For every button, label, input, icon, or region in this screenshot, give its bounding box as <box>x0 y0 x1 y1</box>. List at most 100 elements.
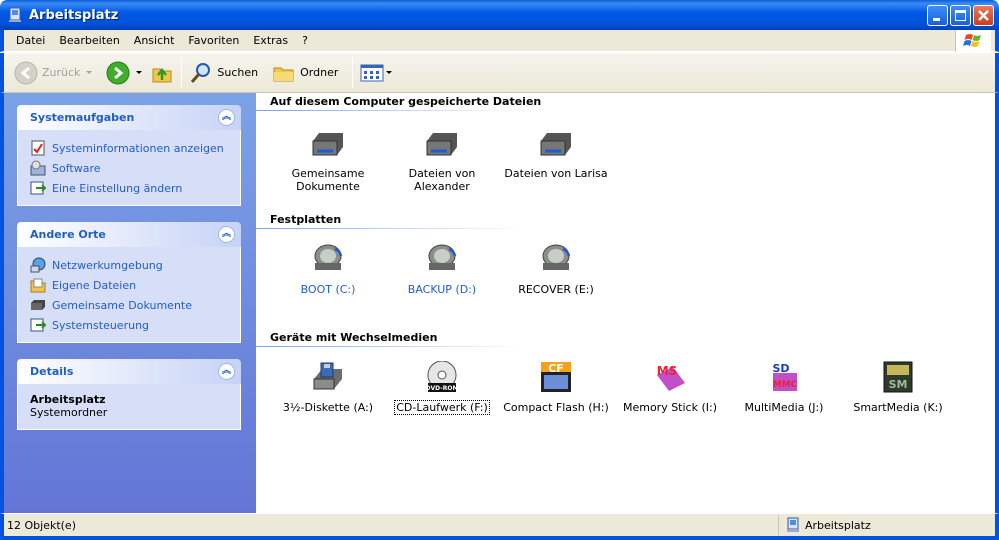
task-label: Software <box>52 161 101 175</box>
views-dropdown-icon[interactable] <box>386 71 393 74</box>
drive-j-multimedia[interactable]: SD MMC MultiMedia (J:) <box>728 361 840 414</box>
place-label: Gemeinsame Dokumente <box>52 298 192 312</box>
minimize-button[interactable] <box>927 5 948 26</box>
folder-shared-documents[interactable]: Gemeinsame Dokumente <box>272 127 384 193</box>
forward-button[interactable] <box>102 57 146 89</box>
system-tasks-panel: Systemaufgaben ︽ Systeminformationen anz… <box>17 105 241 206</box>
item-label: Dateien von Alexander <box>408 167 476 193</box>
place-network[interactable]: Netzwerkumgebung <box>30 255 228 275</box>
close-button[interactable] <box>973 5 994 26</box>
search-label: Suchen <box>217 66 259 79</box>
system-tasks-title: Systemaufgaben <box>30 111 135 124</box>
task-pane: Systemaufgaben ︽ Systeminformationen anz… <box>4 93 256 513</box>
item-label: SmartMedia (K:) <box>853 401 943 414</box>
menu-bearbeiten[interactable]: Bearbeiten <box>52 34 126 47</box>
item-label: Dokumente <box>296 180 360 193</box>
item-label: 3½-Diskette (A:) <box>282 401 374 414</box>
place-label: Netzwerkumgebung <box>52 258 163 272</box>
views-button[interactable] <box>356 57 396 89</box>
folder-up-icon <box>152 67 172 82</box>
window-title: Arbeitsplatz <box>29 7 119 23</box>
drive-d[interactable]: BACKUP (D:) <box>386 243 498 296</box>
folder-larisa[interactable]: Dateien von Larisa <box>500 127 612 180</box>
item-label: Gemeinsame <box>291 167 365 180</box>
collapse-chevron-icon[interactable]: ︽ <box>218 363 235 380</box>
details-type: Systemordner <box>30 406 108 419</box>
task-system-info[interactable]: Systeminformationen anzeigen <box>30 138 228 158</box>
content-area: Auf diesem Computer gespeicherte Dateien… <box>256 93 995 513</box>
control-panel-icon <box>30 318 46 332</box>
drive-h-compact-flash[interactable]: CF Compact Flash (H:) <box>500 361 612 414</box>
computer-icon <box>7 7 23 23</box>
back-arrow-icon <box>14 61 38 84</box>
shared-folder-icon <box>31 300 45 310</box>
shared-folder-icon <box>311 127 345 161</box>
title-bar[interactable]: Arbeitsplatz <box>0 0 999 30</box>
other-places-header[interactable]: Andere Orte ︽ <box>17 222 241 247</box>
network-icon <box>30 257 46 273</box>
sm-label: SM <box>889 378 908 391</box>
compact-flash-icon: CF <box>539 361 573 395</box>
folder-alexander[interactable]: Dateien von Alexander <box>386 127 498 193</box>
group-header-stored-files: Auf diesem Computer gespeicherte Dateien <box>270 95 542 108</box>
menu-help[interactable]: ? <box>295 34 315 47</box>
group-header-removable: Geräte mit Wechselmedien <box>270 331 438 344</box>
menu-favoriten[interactable]: Favoriten <box>181 34 246 47</box>
menu-extras[interactable]: Extras <box>246 34 295 47</box>
place-shared-documents[interactable]: Gemeinsame Dokumente <box>30 295 228 315</box>
drive-f-cd[interactable]: DVD-ROM CD-Laufwerk (F:) <box>386 360 498 415</box>
folders-label: Ordner <box>300 66 339 79</box>
system-info-icon <box>31 140 45 156</box>
multimedia-card-icon: SD MMC <box>767 361 801 395</box>
floppy-drive-icon <box>311 361 345 395</box>
dvd-drive-icon: DVD-ROM <box>425 360 459 395</box>
drive-a-floppy[interactable]: 3½-Diskette (A:) <box>272 361 384 414</box>
back-dropdown-icon[interactable] <box>86 71 93 74</box>
item-label: MultiMedia (J:) <box>744 401 824 414</box>
folder-icon <box>273 67 294 81</box>
hard-drive-icon <box>425 243 459 277</box>
details-panel: Details ︽ Arbeitsplatz Systemordner <box>17 359 241 430</box>
search-icon <box>191 62 211 83</box>
drive-i-memory-stick[interactable]: MS Memory Stick (I:) <box>614 361 726 414</box>
group-divider <box>256 346 526 347</box>
place-label: Eigene Dateien <box>52 278 137 292</box>
maximize-button[interactable] <box>950 5 971 26</box>
item-label: Dateien von Larisa <box>504 167 608 180</box>
task-change-setting[interactable]: Eine Einstellung ändern <box>30 178 228 198</box>
place-control-panel[interactable]: Systemsteuerung <box>30 315 228 335</box>
toolbar-separator <box>181 57 183 88</box>
my-documents-icon <box>30 278 46 293</box>
folders-button[interactable]: Ordner <box>268 57 342 89</box>
details-title: Details <box>30 365 74 378</box>
item-label: Memory Stick (I:) <box>622 401 718 414</box>
back-button[interactable]: Zurück <box>10 57 96 89</box>
search-button[interactable]: Suchen <box>185 57 262 89</box>
place-label: Systemsteuerung <box>52 318 150 332</box>
cf-label: CF <box>548 362 564 375</box>
ms-label: MS <box>657 364 678 378</box>
group-header-hard-drives: Festplatten <box>270 213 342 226</box>
details-header[interactable]: Details ︽ <box>17 359 241 384</box>
other-places-title: Andere Orte <box>30 228 106 241</box>
collapse-chevron-icon[interactable]: ︽ <box>218 226 235 243</box>
software-icon <box>30 160 46 176</box>
back-label: Zurück <box>42 66 81 79</box>
system-tasks-header[interactable]: Systemaufgaben ︽ <box>17 105 241 130</box>
menu-bar: Datei Bearbeiten Ansicht Favoriten Extra… <box>0 30 999 52</box>
collapse-chevron-icon[interactable]: ︽ <box>218 109 235 126</box>
drive-e[interactable]: RECOVER (E:) <box>500 243 612 296</box>
drive-k-smartmedia[interactable]: SM SmartMedia (K:) <box>842 361 954 414</box>
item-label: BOOT (C:) <box>300 283 356 296</box>
place-my-documents[interactable]: Eigene Dateien <box>30 275 228 295</box>
item-label: Compact Flash (H:) <box>503 401 609 414</box>
drive-c[interactable]: BOOT (C:) <box>272 243 384 296</box>
item-label: BACKUP (D:) <box>407 283 477 296</box>
menu-datei[interactable]: Datei <box>9 34 52 47</box>
task-software[interactable]: Software <box>30 158 228 178</box>
details-name: Arbeitsplatz <box>30 393 106 406</box>
forward-dropdown-icon[interactable] <box>136 71 143 74</box>
menu-ansicht[interactable]: Ansicht <box>127 34 182 47</box>
dvd-rom-label: DVD-ROM <box>426 385 459 392</box>
up-folder-button[interactable] <box>146 57 178 89</box>
